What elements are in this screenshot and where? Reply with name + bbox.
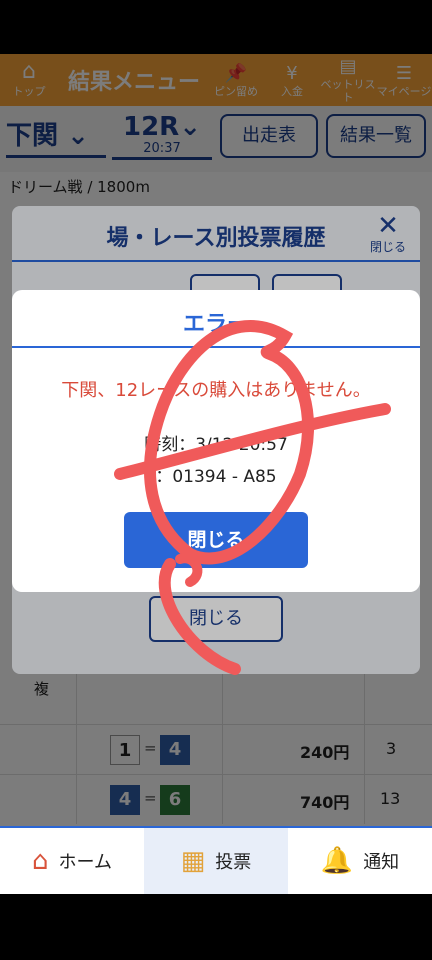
bell-icon: 🔔: [320, 846, 354, 876]
error-code: ：01394 - A85: [155, 467, 277, 487]
error-close-button[interactable]: 閉じる: [124, 512, 308, 568]
error-message: 下関、12レースの購入はありません。: [61, 380, 371, 401]
home-icon: ⌂: [32, 846, 49, 876]
error-timestamp: 時刻：3/12 20:57: [144, 435, 288, 455]
nav-vote-label: 投票: [215, 852, 252, 873]
nav-vote[interactable]: ▦ 投票: [144, 828, 288, 894]
app-screen: ⌂ トップ 結果メニュー 📌 ピン留め ¥ 入金 ▤ ベットリスト ☰ マイペー…: [0, 54, 432, 894]
ticket-icon: ▦: [180, 846, 206, 876]
nav-home[interactable]: ⌂ ホーム: [0, 828, 144, 894]
error-dialog-divider: [12, 346, 420, 348]
system-nav-bar: [0, 894, 432, 960]
error-dialog-title: エラー: [182, 312, 249, 337]
nav-home-label: ホーム: [58, 852, 112, 873]
nav-notify-label: 通知: [363, 852, 400, 873]
status-bar: [0, 0, 432, 54]
error-dialog: エラー 下関、12レースの購入はありません。 時刻：3/12 20:57 ：01…: [12, 290, 420, 592]
bottom-nav: ⌂ ホーム ▦ 投票 🔔 通知: [0, 826, 432, 894]
nav-notify[interactable]: 🔔 通知: [288, 828, 432, 894]
